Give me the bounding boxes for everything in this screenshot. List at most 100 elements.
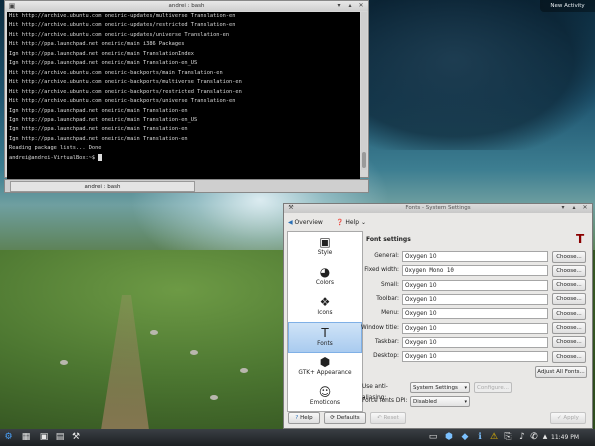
terminal-line: Ign http://ppa.launchpad.net oneiric/mai…: [9, 135, 188, 142]
terminal-line: Ign http://ppa.launchpad.net oneiric/mai…: [9, 50, 194, 57]
terminal-tab[interactable]: andrei : bash: [10, 181, 195, 192]
clock[interactable]: 11:49 PM: [551, 429, 579, 446]
antialias-value: System Settings: [413, 385, 458, 391]
close-icon[interactable]: ✕: [581, 204, 589, 212]
font-field: Oxygen 10: [402, 279, 548, 291]
dpi-select[interactable]: Disabled ▾: [410, 396, 470, 407]
maximize-icon[interactable]: ▴: [346, 2, 354, 10]
terminal-title: andrei : bash: [168, 3, 205, 9]
defaults-button-label: Defaults: [336, 415, 360, 421]
defaults-button[interactable]: ⟳ Defaults: [324, 412, 366, 424]
font-row-label: Toolbar:: [376, 295, 399, 302]
section-title: Font settings: [366, 236, 411, 243]
terminal-titlebar[interactable]: ▣ andrei : bash ▾ ▴ ✕: [5, 1, 368, 11]
tray-clipboard-icon[interactable]: ⎘: [503, 431, 513, 444]
font-field: Oxygen 10: [402, 336, 548, 348]
wallpaper-clouds: [360, 0, 595, 150]
window-task-icon[interactable]: ▤: [54, 431, 66, 444]
terminal-line: Reading package lists... Done: [9, 145, 102, 152]
taskbar-panel: ⚙ ▦ ▣ ▤ ⚒ ▭ ⬢ ◆ ℹ ⚠ ⎘ ♪ ✆ ▴ 11:49 PM: [0, 429, 595, 446]
help-menu-label: Help: [345, 219, 360, 226]
help-button[interactable]: ? Help: [288, 412, 320, 424]
overview-label: Overview: [294, 219, 323, 226]
help-icon: ?: [295, 415, 299, 421]
reset-button: ↶ Reset: [370, 412, 406, 424]
reset-icon: ↶: [377, 415, 382, 421]
close-icon[interactable]: ✕: [357, 2, 365, 10]
tray-expand-icon[interactable]: ▴: [540, 431, 550, 444]
terminal-task-icon[interactable]: ▣: [38, 431, 50, 444]
minimize-icon[interactable]: ▾: [559, 204, 567, 212]
pager-icon[interactable]: ▦: [20, 431, 32, 444]
font-field: Oxygen 10: [402, 351, 548, 363]
sidebar-item-label: GTK+ Appearance: [298, 370, 352, 376]
terminal-icon[interactable]: ▣: [8, 2, 16, 10]
overview-icon: ◀: [288, 219, 293, 226]
sidebar-item-label: Emoticons: [309, 400, 341, 406]
new-activity-button[interactable]: New Activity: [540, 0, 595, 12]
font-field: Oxygen 10: [402, 293, 548, 305]
kde-menu-icon[interactable]: ⚙: [2, 431, 15, 444]
configure-button: Configure...: [474, 382, 512, 393]
terminal-window: ▣ andrei : bash ▾ ▴ ✕ Hit http://archive…: [4, 0, 369, 180]
maximize-icon[interactable]: ▴: [570, 204, 578, 212]
terminal-output[interactable]: Hit http://archive.ubuntu.com oneiric-up…: [7, 12, 360, 180]
tray-device-icon[interactable]: ◆: [460, 431, 470, 444]
choose-font-button[interactable]: Choose...: [552, 322, 586, 334]
choose-font-button[interactable]: Choose...: [552, 293, 586, 306]
terminal-line: Hit http://archive.ubuntu.com oneiric-ba…: [9, 98, 236, 105]
choose-font-button[interactable]: Choose...: [552, 350, 586, 363]
settings-toolbar: ◀ Overview ❓ Help ⌄: [284, 214, 592, 230]
settings-app-icon[interactable]: ⚒: [287, 204, 295, 212]
settings-task-icon[interactable]: ⚒: [70, 431, 82, 444]
terminal-cursor: [98, 153, 103, 161]
tray-network-icon[interactable]: ⬢: [444, 431, 454, 444]
settings-titlebar[interactable]: ⚒ Fonts - System Settings ▾ ▴ ✕: [284, 204, 592, 213]
font-row-label: Taskbar:: [375, 338, 399, 345]
terminal-line: Ign http://ppa.launchpad.net oneiric/mai…: [9, 107, 188, 114]
tray-notification-icon[interactable]: ⚠: [489, 431, 499, 444]
terminal-line: Ign http://ppa.launchpad.net oneiric/mai…: [9, 116, 198, 123]
wallpaper-rock: [190, 350, 198, 355]
terminal-line: Hit http://archive.ubuntu.com oneiric-ba…: [9, 79, 242, 86]
settings-window: ⚒ Fonts - System Settings ▾ ▴ ✕ ◀ Overvi…: [283, 203, 593, 429]
chevron-down-icon: ▾: [464, 385, 467, 391]
terminal-tabbar: andrei : bash: [4, 179, 369, 193]
font-field: Oxygen 10: [402, 308, 548, 320]
dpi-value: Disabled: [413, 399, 437, 405]
choose-font-button[interactable]: Choose...: [552, 307, 586, 320]
sidebar-item-emoticons[interactable]: ☺ Emoticons: [288, 382, 362, 411]
scrollbar-thumb[interactable]: [362, 152, 366, 168]
font-field: Oxygen 10: [402, 251, 548, 262]
choose-font-button[interactable]: Choose...: [552, 279, 586, 292]
choose-font-button[interactable]: Choose...: [552, 336, 586, 349]
tray-display-icon[interactable]: ▭: [428, 431, 438, 444]
tray-volume-icon[interactable]: ♪: [517, 431, 527, 444]
font-field: Oxygen Mono 10: [402, 265, 548, 277]
terminal-line: Hit http://archive.ubuntu.com oneiric-ba…: [9, 88, 242, 95]
reset-button-label: Reset: [383, 415, 399, 421]
wallpaper-rock: [210, 395, 218, 400]
help-menu-button[interactable]: ❓ Help ⌄: [336, 217, 366, 228]
wallpaper-rock: [60, 360, 68, 365]
dpi-label: Force fonts DPI:: [362, 398, 408, 404]
overview-button[interactable]: ◀ Overview: [288, 217, 323, 228]
terminal-prompt: andrei@andrei-VirtualBox:~$: [9, 154, 99, 161]
font-row-label: Desktop:: [373, 353, 399, 360]
font-row-label: Fixed width:: [364, 267, 399, 274]
antialias-select[interactable]: System Settings ▾: [410, 382, 470, 393]
terminal-scrollbar[interactable]: [361, 12, 367, 170]
help-icon: ❓: [336, 219, 344, 226]
tray-info-icon[interactable]: ℹ: [475, 431, 485, 444]
apply-icon: ✓: [557, 415, 562, 421]
tray-network-manager-icon[interactable]: ✆: [529, 431, 539, 444]
settings-title: Fonts - System Settings: [405, 205, 471, 211]
terminal-line: Hit http://archive.ubuntu.com oneiric-up…: [9, 13, 236, 19]
terminal-line: Ign http://ppa.launchpad.net oneiric/mai…: [9, 60, 198, 67]
apply-button-label: Apply: [563, 415, 579, 421]
choose-font-button[interactable]: Choose...: [552, 250, 586, 263]
choose-font-button[interactable]: Choose...: [552, 264, 586, 277]
emoticons-icon: ☺: [318, 385, 332, 399]
adjust-all-fonts-button[interactable]: Adjust All Fonts...: [535, 366, 587, 378]
minimize-icon[interactable]: ▾: [335, 2, 343, 10]
